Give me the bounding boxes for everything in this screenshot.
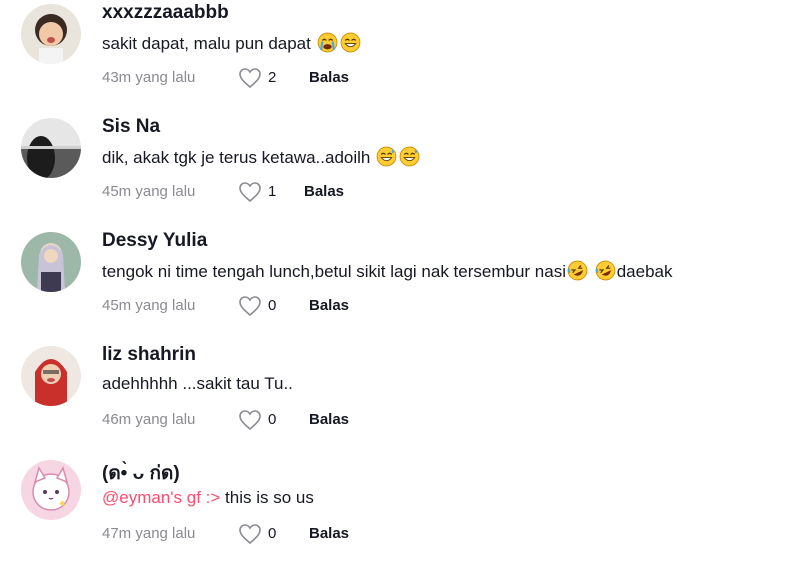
comment-timestamp: 43m yang lalu (102, 69, 196, 86)
heart-icon[interactable] (238, 181, 262, 203)
like-count: 1 (268, 183, 277, 200)
comment-timestamp: 45m yang lalu (102, 183, 196, 200)
comment-timestamp: 46m yang lalu (102, 411, 196, 428)
comment-body: tengok ni time tengah lunch,betul sikit … (102, 262, 566, 281)
heart-icon[interactable] (238, 295, 262, 317)
heart-icon[interactable] (238, 409, 262, 431)
heart-icon[interactable] (238, 523, 262, 545)
comment-username[interactable]: xxxzzzaaabbb (102, 2, 229, 24)
rolling-laughing-emoji (567, 260, 588, 281)
avatar[interactable] (21, 346, 81, 406)
comment-username[interactable]: Dessy Yulia (102, 230, 207, 252)
avatar[interactable] (21, 460, 81, 520)
comment-item: xxxzzzaaabbb sakit dapat, malu pun dapat… (0, 2, 786, 118)
like-count: 0 (268, 411, 277, 428)
comment-username[interactable]: Sis Na (102, 116, 160, 138)
crying-face-emoji (317, 32, 338, 53)
reply-button[interactable]: Balas (309, 525, 349, 542)
comment-timestamp: 45m yang lalu (102, 297, 196, 314)
like-count: 2 (268, 69, 277, 86)
comment-item: Sis Na dik, akak tgk je terus ketawa..ad… (0, 116, 786, 232)
avatar[interactable] (21, 4, 81, 64)
comment-text: dik, akak tgk je terus ketawa..adoilh (102, 146, 421, 168)
grinning-sweat-emoji (376, 146, 397, 167)
comment-body-suffix: daebak (616, 262, 673, 281)
comment-body: this is so us (220, 488, 314, 507)
like-count: 0 (268, 297, 277, 314)
comment-text: adehhhhh ...sakit tau Tu.. (102, 374, 293, 393)
comment-text: sakit dapat, malu pun dapat (102, 32, 362, 54)
reply-button[interactable]: Balas (309, 69, 349, 86)
mention-link[interactable]: @eyman's gf :> (102, 488, 220, 507)
reply-button[interactable]: Balas (309, 297, 349, 314)
comment-body: sakit dapat, malu pun dapat (102, 34, 311, 53)
comment-username[interactable]: liz shahrin (102, 344, 196, 366)
comment-timestamp: 47m yang lalu (102, 525, 196, 542)
grinning-sweat-emoji (399, 146, 420, 167)
reply-button[interactable]: Balas (304, 183, 344, 200)
comment-text: tengok ni time tengah lunch,betul sikit … (102, 260, 673, 282)
rolling-laughing-emoji (595, 260, 616, 281)
grinning-sweat-emoji (340, 32, 361, 53)
heart-icon[interactable] (238, 67, 262, 89)
reply-button[interactable]: Balas (309, 411, 349, 428)
like-count: 0 (268, 525, 277, 542)
comment-item: Dessy Yulia tengok ni time tengah lunch,… (0, 230, 786, 346)
avatar[interactable] (21, 118, 81, 178)
comment-body: dik, akak tgk je terus ketawa..adoilh (102, 148, 371, 167)
comment-text: @eyman's gf :> this is so us (102, 488, 314, 508)
comment-item: liz shahrin adehhhhh ...sakit tau Tu.. 4… (0, 344, 786, 460)
comment-username[interactable]: (ด•̀ ᴗ ก่ด) (102, 458, 180, 488)
avatar[interactable] (21, 232, 81, 292)
